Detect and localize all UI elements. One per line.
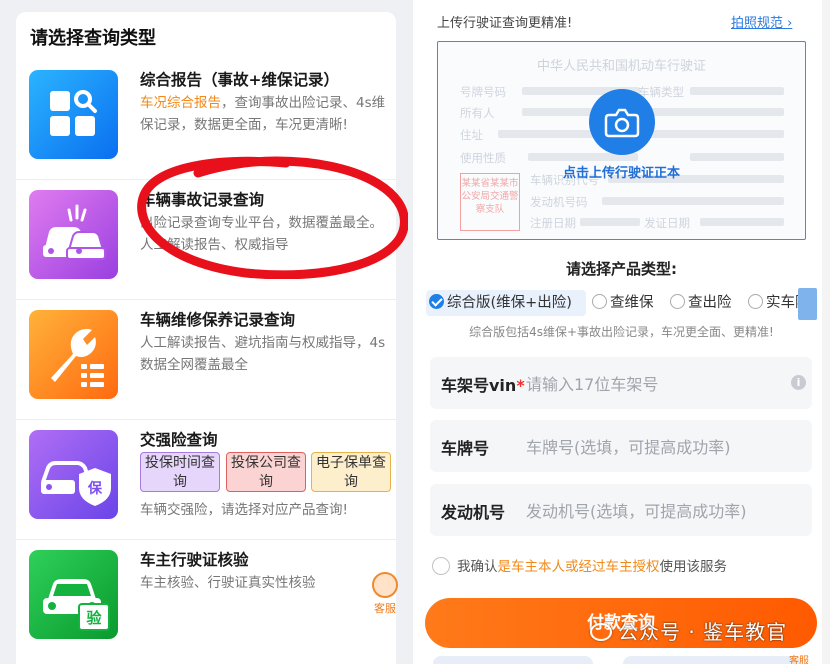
query-type-panel: 请选择查询类型 综合报告（事故+维保记录） 车况综合报告，查询事故出险记录、4s… <box>16 12 396 664</box>
agree-prefix: 我确认 <box>457 559 498 575</box>
customer-service-button-left[interactable]: 客服 <box>368 572 402 616</box>
svg-text:验: 验 <box>86 609 102 627</box>
red-annotation-circle <box>137 156 408 279</box>
crashed-cars-icon <box>29 190 118 279</box>
agree-suffix: 使用该服务 <box>659 559 728 575</box>
camera-icon[interactable] <box>589 89 655 155</box>
options-scroll-indicator[interactable] <box>798 288 817 320</box>
photo-guide-link[interactable]: 拍照规范 › <box>731 12 792 31</box>
engine-field[interactable]: 发动机号 发动机号(选填，可提高成功率) <box>430 484 812 536</box>
plate-label: 车牌号 <box>441 439 490 458</box>
license-label: 住址 <box>460 128 483 142</box>
product-type-title: 请选择产品类型: <box>566 260 677 278</box>
agree-radio-icon[interactable] <box>432 557 450 575</box>
license-label: 发证日期 <box>644 216 690 230</box>
tag-policy-time[interactable]: 投保时间查询 <box>140 452 220 492</box>
watermark-text: 公众号 · 鉴车教官 <box>618 620 788 644</box>
product-type-options: 综合版(维保+出险) 查维保 查出险 实车险 <box>426 290 830 320</box>
upload-tip: 上传行驶证查询更精准! <box>437 16 573 31</box>
option-accident[interactable]: 查出险 <box>670 290 732 316</box>
desc-highlight[interactable]: 车况综合报告 <box>140 95 221 111</box>
car-verify-icon: 验 <box>29 550 118 639</box>
engine-input[interactable]: 发动机号(选填，可提高成功率) <box>526 498 747 522</box>
license-label: 注册日期 <box>530 216 576 230</box>
option-comprehensive[interactable]: 综合版(维保+出险) <box>426 290 586 316</box>
info-icon[interactable]: i <box>791 375 806 390</box>
grid-search-icon <box>29 70 118 159</box>
customer-service-button-right[interactable]: 客服 <box>789 652 809 664</box>
query-item-desc: 车辆交强险，请选择对应产品查询! <box>140 502 348 518</box>
radio-icon <box>592 294 607 309</box>
option-label: 查出险 <box>688 295 732 311</box>
license-upload-area[interactable]: 中华人民共和国机动车行驶证 号牌号码 车辆类型 所有人 住址 使用性质 车辆识别… <box>437 41 806 240</box>
bottom-link-right[interactable] <box>623 656 803 664</box>
engine-label: 发动机号 <box>441 503 506 522</box>
radio-checked-icon <box>429 294 444 309</box>
watermark: 公众号 · 鉴车教官 <box>590 616 787 645</box>
svg-text:保: 保 <box>87 480 103 497</box>
vin-label: 车架号vin* <box>441 376 525 395</box>
query-item-desc: 车主核验、行驶证真实性核验 <box>140 575 316 591</box>
photo-guide-label: 拍照规范 <box>731 16 784 31</box>
license-label: 号牌号码 <box>460 85 506 99</box>
query-item-maintenance-record[interactable]: 车辆维修保养记录查询 人工解读报告、避坑指南与权威指导，4s数据全网覆盖最全 <box>16 300 396 420</box>
license-label: 发动机号码 <box>530 195 588 209</box>
query-type-title: 请选择查询类型 <box>30 28 156 49</box>
plate-field[interactable]: 车牌号 车牌号(选填，可提高成功率) <box>430 420 812 472</box>
query-item-desc: 人工解读报告、避坑指南与权威指导，4s数据全网覆盖最全 <box>140 335 386 373</box>
option-label: 查维保 <box>610 295 654 311</box>
upload-license-cta[interactable]: 点击上传行驶证正本 <box>438 162 805 181</box>
page-edge <box>822 0 830 664</box>
tag-e-policy[interactable]: 电子保单查询 <box>311 452 391 492</box>
chevron-right-icon: › <box>787 16 793 31</box>
upload-form-panel: 上传行驶证查询更精准! 拍照规范 › 中华人民共和国机动车行驶证 号牌号码 车辆… <box>413 0 830 664</box>
bottom-link-left[interactable] <box>433 656 593 664</box>
wrench-list-icon <box>29 310 118 399</box>
radio-icon <box>670 294 685 309</box>
car-insurance-icon: 保 <box>29 430 118 519</box>
wechat-icon <box>590 623 612 641</box>
query-item-title: 车主行驶证核验 <box>140 551 249 569</box>
customer-service-icon <box>372 572 398 598</box>
vin-field[interactable]: 车架号vin* 请输入17位车架号 i <box>430 357 812 409</box>
agreement-checkbox[interactable]: 我确认是车主本人或经过车主授权使用该服务 <box>432 555 727 575</box>
radio-icon <box>748 294 763 309</box>
plate-input[interactable]: 车牌号(选填，可提高成功率) <box>526 434 731 458</box>
tag-policy-company[interactable]: 投保公司查询 <box>226 452 306 492</box>
customer-service-label: 客服 <box>374 602 396 615</box>
agree-highlight[interactable]: 是车主本人或经过车主授权 <box>498 559 660 575</box>
vin-input[interactable]: 请输入17位车架号 <box>526 371 658 395</box>
query-item-title: 综合报告（事故+维保记录） <box>140 71 339 89</box>
license-label: 所有人 <box>460 106 495 120</box>
license-title: 中华人民共和国机动车行驶证 <box>536 59 706 74</box>
option-description: 综合版包括4s维保+事故出险记录，车况更全面、更精准! <box>469 325 774 339</box>
query-item-desc: 车况综合报告，查询事故出险记录、4s维保记录，数据更全面，车况更清晰! <box>140 92 396 136</box>
query-item-compulsory-insurance[interactable]: 保 交强险查询 投保时间查询 投保公司查询 电子保单查询 车辆交强险，请选择对应… <box>16 420 396 540</box>
query-item-title: 车辆维修保养记录查询 <box>140 311 296 329</box>
query-item-owner-license-verify[interactable]: 验 车主行驶证核验 车主核验、行驶证真实性核验 <box>16 540 396 660</box>
police-seal: 某某省某某市公安局交通警察支队 <box>460 173 520 231</box>
option-maintenance[interactable]: 查维保 <box>592 290 654 316</box>
option-label: 综合版(维保+出险) <box>447 295 572 311</box>
query-item-title: 交强险查询 <box>140 431 218 449</box>
